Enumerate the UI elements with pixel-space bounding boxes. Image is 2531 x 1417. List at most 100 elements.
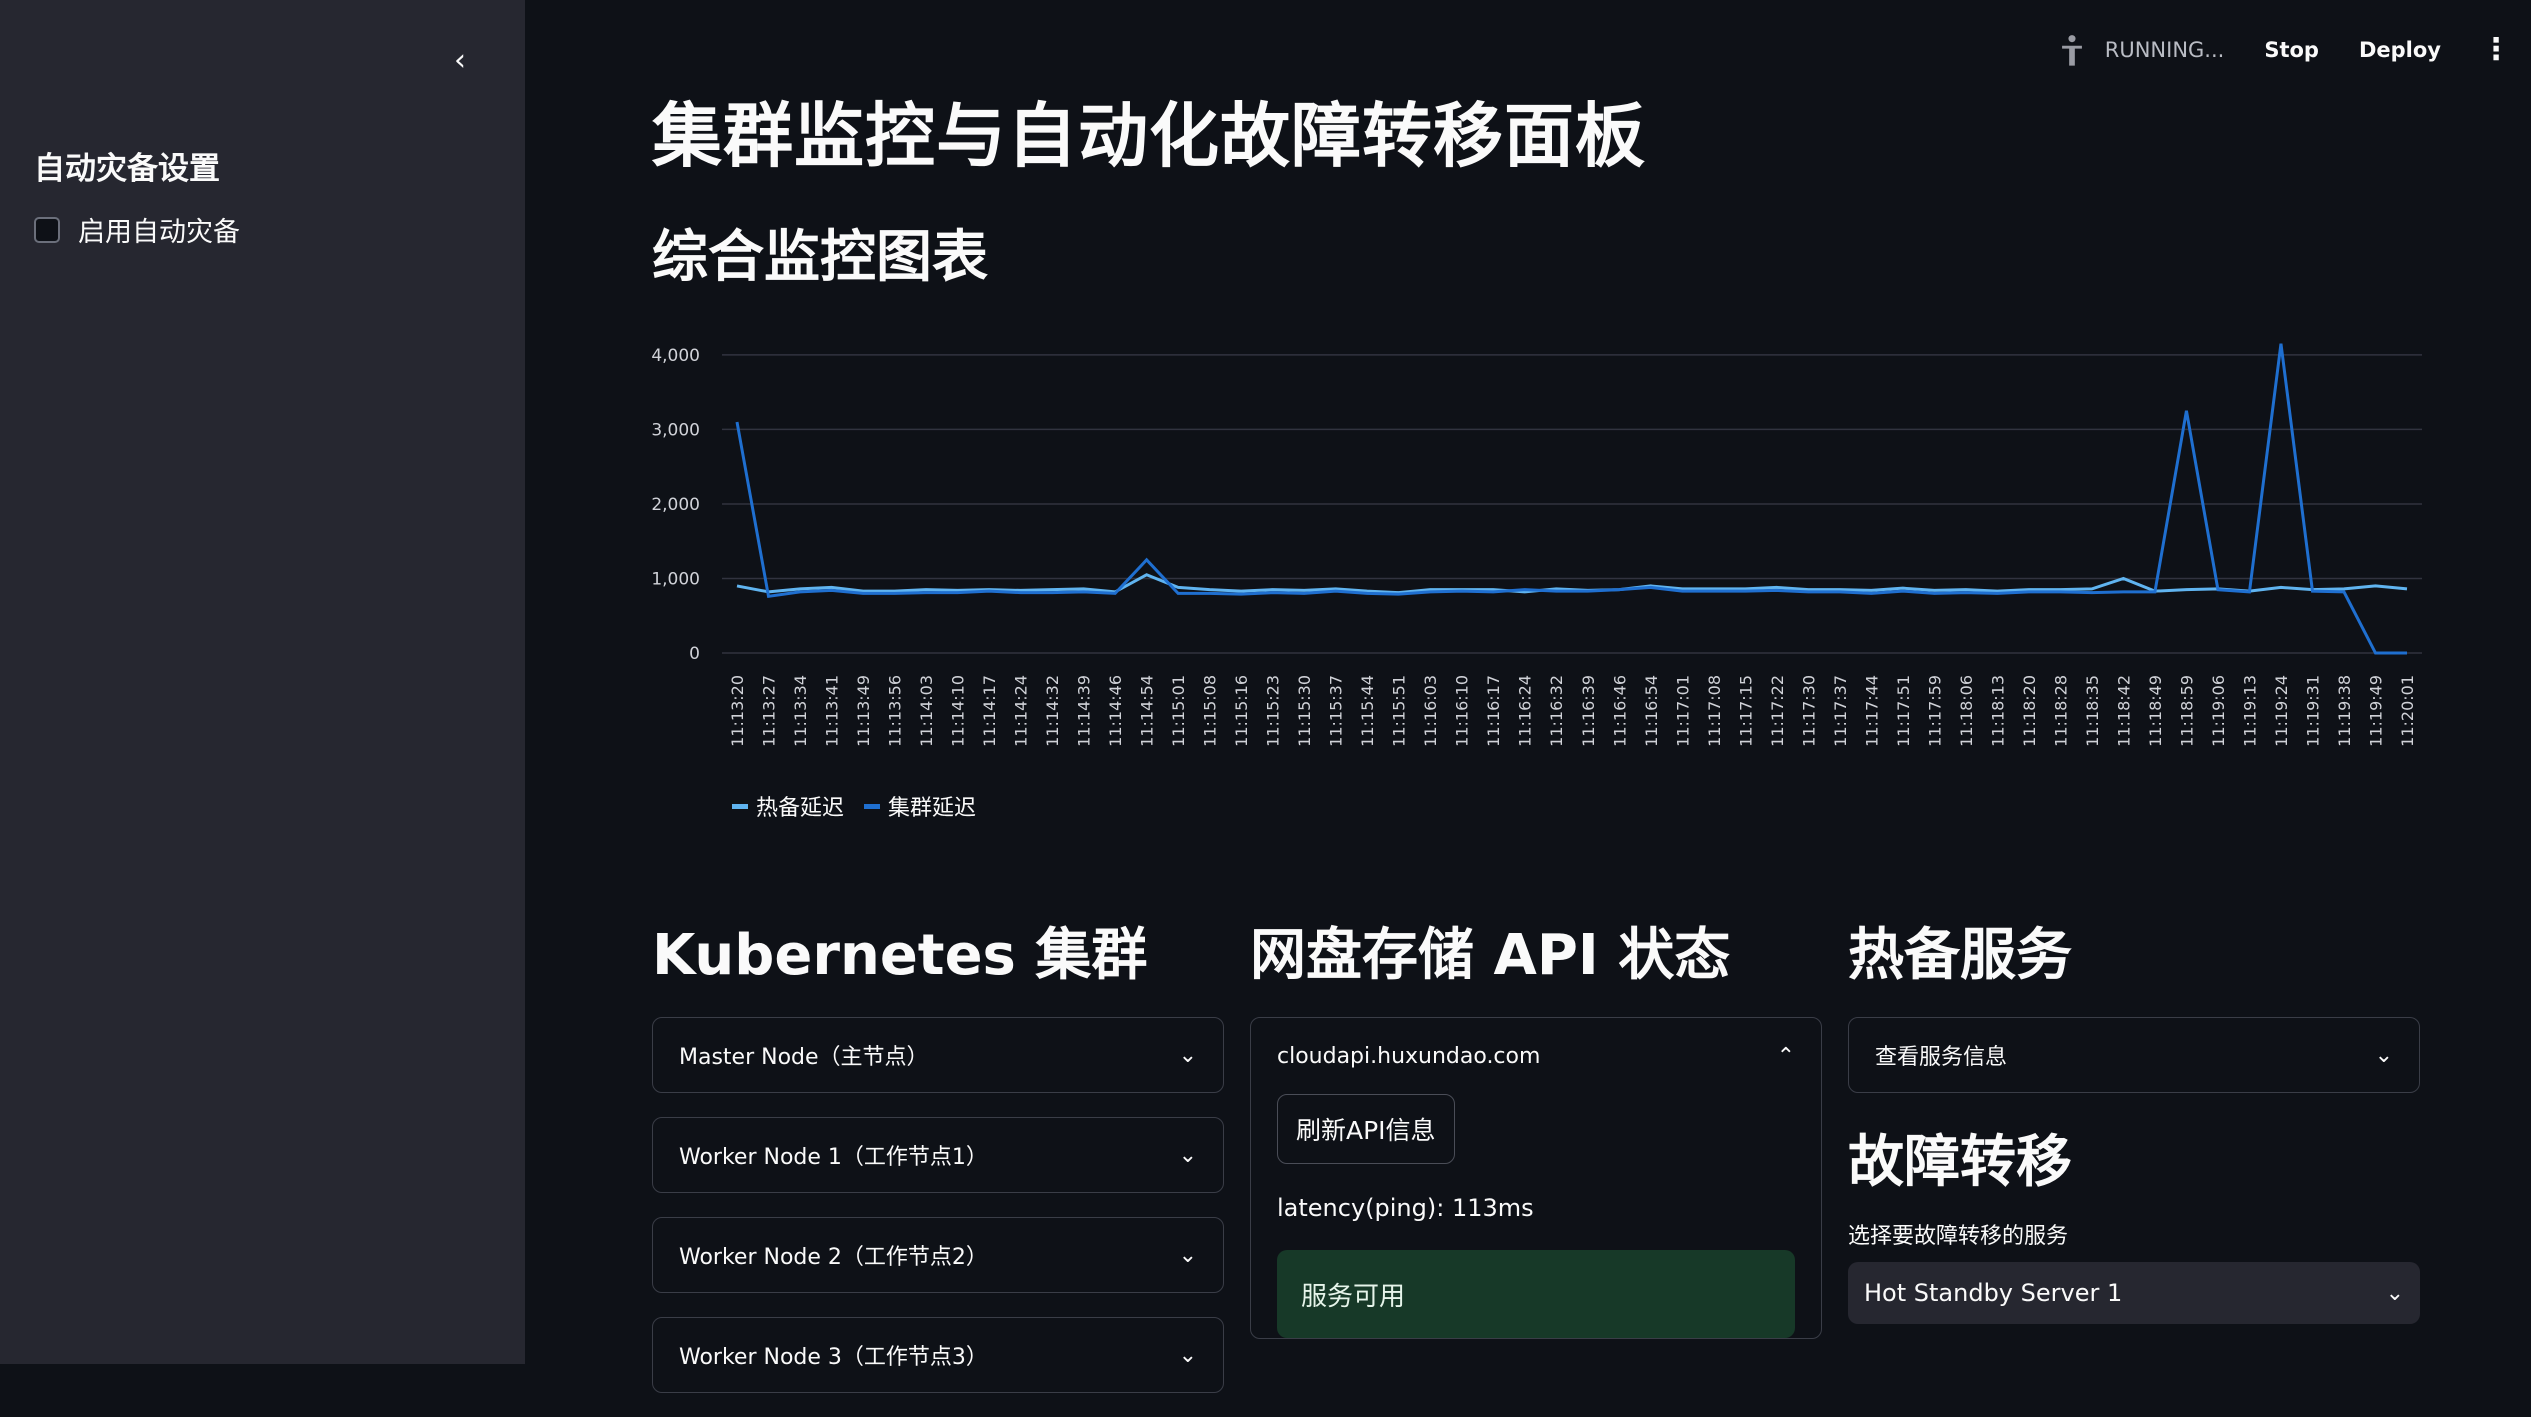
x-tick-label: 11:15:44 bbox=[1358, 675, 1377, 747]
x-tick-label: 11:15:16 bbox=[1232, 675, 1251, 747]
storage-host: cloudapi.huxundao.com bbox=[1277, 1043, 1541, 1069]
storage-column: 网盘存储 API 状态 cloudapi.huxundao.com ⌃ 刷新API… bbox=[1250, 910, 1822, 1339]
x-tick-label: 11:17:59 bbox=[1925, 675, 1944, 747]
x-tick-label: 11:14:46 bbox=[1106, 675, 1125, 747]
chevron-down-icon: ⌄ bbox=[2374, 1042, 2393, 1068]
x-tick-label: 11:17:30 bbox=[1799, 675, 1818, 747]
running-man-icon bbox=[2061, 35, 2082, 66]
legend-item-cluster[interactable]: 集群延迟 bbox=[864, 790, 976, 822]
sidebar-heading: 自动灾备设置 bbox=[34, 151, 220, 187]
latency-text: latency(ping): 113ms bbox=[1277, 1194, 1534, 1222]
y-tick-label: 0 bbox=[689, 644, 700, 664]
x-tick-label: 11:15:37 bbox=[1327, 675, 1346, 747]
x-tick-label: 11:17:44 bbox=[1862, 675, 1881, 747]
x-tick-label: 11:14:24 bbox=[1012, 675, 1031, 747]
x-tick-label: 11:15:23 bbox=[1264, 675, 1283, 747]
chevron-down-icon: ⌄ bbox=[2385, 1280, 2404, 1306]
x-tick-label: 11:16:46 bbox=[1610, 675, 1629, 747]
service-status-alert: 服务可用 bbox=[1277, 1250, 1795, 1338]
x-tick-label: 11:19:49 bbox=[2366, 675, 2385, 747]
x-tick-label: 11:18:20 bbox=[2020, 675, 2039, 747]
x-tick-label: 11:20:01 bbox=[2398, 675, 2417, 747]
x-tick-label: 11:16:39 bbox=[1579, 675, 1598, 747]
service-info-expander[interactable]: 查看服务信息 ⌄ bbox=[1848, 1017, 2420, 1093]
legend-item-standby[interactable]: 热备延迟 bbox=[732, 790, 844, 822]
page-title: 集群监控与自动化故障转移面板 bbox=[652, 95, 1646, 177]
running-status: RUNNING... bbox=[2055, 32, 2225, 68]
x-tick-label: 11:18:42 bbox=[2114, 675, 2133, 747]
chevron-down-icon: ⌄ bbox=[1178, 1042, 1197, 1068]
series-line-1[interactable] bbox=[735, 343, 2407, 655]
checkbox-box[interactable] bbox=[34, 216, 60, 243]
x-tick-label: 11:18:49 bbox=[2146, 675, 2165, 747]
x-tick-label: 11:16:32 bbox=[1547, 675, 1566, 747]
chevron-up-icon[interactable]: ⌃ bbox=[1777, 1044, 1795, 1069]
latency-chart[interactable]: 0 1,000 2,000 3,000 4,000 11:13:20 11:13:27 11:… bbox=[652, 320, 2432, 840]
storage-heading: 网盘存储 API 状态 bbox=[1250, 923, 1731, 988]
sidebar: ‹ 自动灾备设置 启用自动灾备 bbox=[0, 0, 525, 1364]
stop-button[interactable]: Stop bbox=[2264, 38, 2319, 62]
standby-heading: 热备服务 bbox=[1848, 923, 2072, 988]
failover-select-label: 选择要故障转移的服务 bbox=[1848, 1224, 2069, 1249]
worker-node-3-expander[interactable]: Worker Node 3（工作节点3） ⌄ bbox=[652, 1317, 1224, 1393]
x-tick-label: 11:15:30 bbox=[1295, 675, 1314, 747]
x-tick-label: 11:17:37 bbox=[1831, 675, 1850, 747]
x-tick-label: 11:16:17 bbox=[1484, 675, 1503, 747]
x-tick-label: 11:17:51 bbox=[1894, 675, 1913, 747]
x-tick-label: 11:19:13 bbox=[2240, 675, 2259, 747]
x-tick-label: 11:17:08 bbox=[1705, 675, 1724, 747]
y-tick-label: 1,000 bbox=[652, 569, 700, 589]
x-tick-label: 11:14:54 bbox=[1138, 675, 1157, 747]
chevron-left-icon[interactable]: ‹ bbox=[440, 40, 480, 80]
x-tick-label: 11:17:22 bbox=[1768, 675, 1787, 747]
deploy-button[interactable]: Deploy bbox=[2359, 38, 2441, 62]
chevron-down-icon: ⌄ bbox=[1178, 1242, 1197, 1268]
chevron-down-icon: ⌄ bbox=[1178, 1142, 1197, 1168]
auto-failover-checkbox[interactable]: 启用自动灾备 bbox=[34, 210, 240, 249]
x-tick-label: 11:17:01 bbox=[1673, 675, 1692, 747]
x-tick-label: 11:16:10 bbox=[1453, 675, 1472, 747]
x-tick-label: 11:14:32 bbox=[1043, 675, 1062, 747]
x-tick-label: 11:19:24 bbox=[2272, 675, 2291, 747]
failover-service-select[interactable]: Hot Standby Server 1 ⌄ bbox=[1848, 1262, 2420, 1324]
x-tick-label: 11:19:06 bbox=[2209, 675, 2228, 747]
x-tick-label: 11:18:13 bbox=[1988, 675, 2007, 747]
kubernetes-column: Kubernetes 集群 Master Node（主节点） ⌄ Worker N… bbox=[652, 910, 1224, 1417]
x-tick-label: 11:13:34 bbox=[791, 675, 810, 747]
chart-heading: 综合监控图表 bbox=[652, 225, 988, 290]
x-tick-label: 11:16:54 bbox=[1642, 675, 1661, 747]
x-tick-label: 11:14:10 bbox=[949, 675, 968, 747]
x-tick-label: 11:13:20 bbox=[728, 675, 747, 747]
x-tick-label: 11:15:08 bbox=[1201, 675, 1220, 747]
worker-node-2-expander[interactable]: Worker Node 2（工作节点2） ⌄ bbox=[652, 1217, 1224, 1293]
x-tick-label: 11:16:24 bbox=[1516, 675, 1535, 747]
x-tick-label: 11:17:15 bbox=[1736, 675, 1755, 747]
refresh-api-button[interactable]: 刷新API信息 bbox=[1277, 1094, 1455, 1164]
kubernetes-heading: Kubernetes 集群 bbox=[652, 923, 1148, 988]
x-tick-label: 11:13:41 bbox=[823, 675, 842, 747]
chart-legend: 热备延迟 集群延迟 bbox=[732, 790, 976, 822]
storage-expander[interactable]: cloudapi.huxundao.com ⌃ 刷新API信息 latency(p… bbox=[1250, 1017, 1822, 1339]
x-tick-label: 11:15:01 bbox=[1169, 675, 1188, 747]
master-node-expander[interactable]: Master Node（主节点） ⌄ bbox=[652, 1017, 1224, 1093]
x-tick-label: 11:14:39 bbox=[1075, 675, 1094, 747]
standby-column: 热备服务 查看服务信息 ⌄ 故障转移 选择要故障转移的服务 Hot Standby… bbox=[1848, 910, 2420, 1324]
worker-node-1-expander[interactable]: Worker Node 1（工作节点1） ⌄ bbox=[652, 1117, 1224, 1193]
x-tick-label: 11:13:56 bbox=[886, 675, 905, 747]
y-tick-label: 3,000 bbox=[652, 420, 700, 440]
y-tick-label: 2,000 bbox=[652, 495, 700, 515]
x-tick-label: 11:14:03 bbox=[917, 675, 936, 747]
x-tick-label: 11:16:03 bbox=[1421, 675, 1440, 747]
x-tick-label: 11:18:06 bbox=[1957, 675, 1976, 747]
x-tick-label: 11:19:38 bbox=[2335, 675, 2354, 747]
x-tick-label: 11:18:35 bbox=[2083, 675, 2102, 747]
toolbar: RUNNING... Stop Deploy ⋮ bbox=[2055, 32, 2511, 68]
failover-heading: 故障转移 bbox=[1848, 1130, 2072, 1195]
x-tick-label: 11:14:17 bbox=[980, 675, 999, 747]
x-tick-label: 11:18:28 bbox=[2051, 675, 2070, 747]
more-menu-icon[interactable]: ⋮ bbox=[2481, 35, 2511, 65]
checkbox-label[interactable]: 启用自动灾备 bbox=[78, 210, 240, 249]
x-tick-label: 11:19:31 bbox=[2303, 675, 2322, 747]
x-tick-label: 11:18:59 bbox=[2177, 675, 2196, 747]
status-text: RUNNING... bbox=[2104, 38, 2225, 62]
